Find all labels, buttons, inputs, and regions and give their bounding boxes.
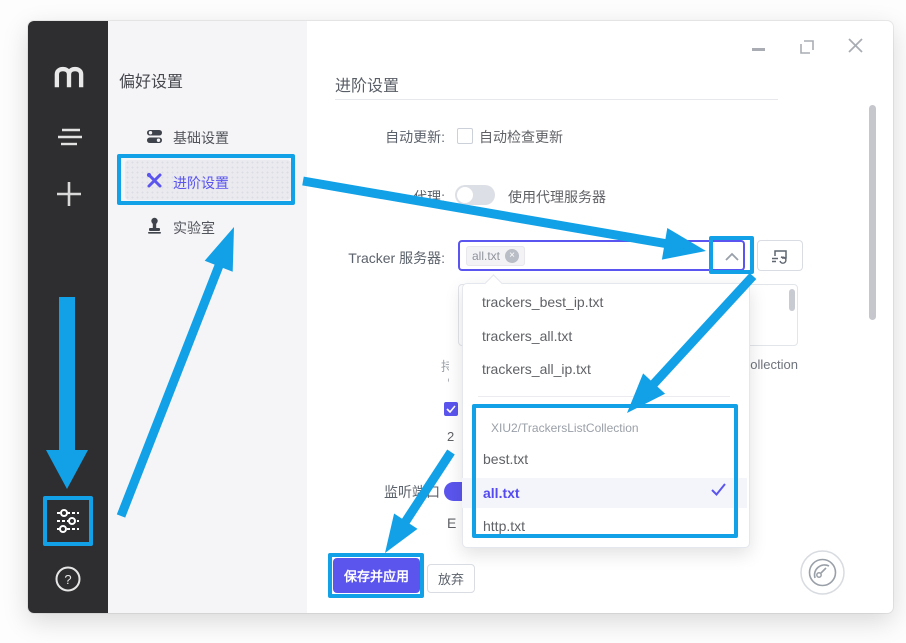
close-button[interactable] <box>847 37 864 54</box>
proxy-toggle-label: 使用代理服务器 <box>508 187 606 207</box>
help-icon[interactable]: ? <box>55 566 81 592</box>
speed-limit-icon[interactable] <box>799 549 846 596</box>
dropdown-item[interactable]: best.txt <box>483 451 528 467</box>
dropdown-item[interactable]: http.txt <box>483 518 525 534</box>
motrix-logo-icon <box>52 63 86 89</box>
page-title: 进阶设置 <box>335 72 399 96</box>
dropdown-item[interactable]: trackers_best_ip.txt <box>482 294 603 310</box>
dropdown-group-label: XIU2/TrackersListCollection <box>491 421 639 435</box>
maximize-button[interactable] <box>799 39 815 55</box>
tracker-tag: all.txt × <box>466 246 525 266</box>
auto-update-checkbox-label: 自动检查更新 <box>479 127 563 147</box>
add-task-icon[interactable] <box>55 180 83 208</box>
discard-button[interactable]: 放弃 <box>427 564 475 593</box>
dropdown-item[interactable]: trackers_all.txt <box>482 328 572 344</box>
dropdown-item-selected[interactable]: all.txt <box>483 485 520 501</box>
tracker-tag-text: all.txt <box>472 249 500 263</box>
sync-time-fragment: 2 <box>447 429 456 444</box>
prefs-nav-title: 偏好设置 <box>119 68 183 92</box>
lab-icon <box>147 217 162 234</box>
proxy-toggle-knob <box>457 187 473 203</box>
task-list-icon[interactable] <box>56 126 84 147</box>
listen-port-label: 监听端口 <box>384 482 440 502</box>
sync-trackers-button[interactable] <box>757 240 803 271</box>
sidebar-item-advanced-settings[interactable]: 进阶设置 <box>173 173 229 193</box>
bt-text-fragment: E <box>447 515 456 531</box>
prefs-nav-panel <box>108 21 307 613</box>
main-scrollbar-thumb[interactable] <box>869 105 876 320</box>
textarea-scrollbar-thumb[interactable] <box>789 289 795 311</box>
minimize-button[interactable] <box>752 48 765 51</box>
sidebar-item-lab[interactable]: 实验室 <box>173 218 215 238</box>
basic-settings-icon <box>146 128 163 145</box>
tracker-dropdown <box>462 283 750 548</box>
proxy-label: 代理: <box>413 187 445 207</box>
title-divider <box>335 99 778 100</box>
save-apply-button[interactable]: 保存并应用 <box>333 558 420 593</box>
auto-update-checkbox[interactable] <box>457 128 473 144</box>
dropdown-group-divider <box>478 396 730 397</box>
tracker-label: Tracker 服务器: <box>348 248 445 268</box>
screenshot-stage: ? 偏好设置 基础设置 进阶设置 实验室 <box>0 0 906 643</box>
dropdown-item[interactable]: trackers_all_ip.txt <box>482 361 591 377</box>
sidebar-item-basic-settings[interactable]: 基础设置 <box>173 128 229 148</box>
helper-text-fragment-2: 《 <box>441 370 449 389</box>
proxy-toggle[interactable] <box>455 185 495 205</box>
tag-close-icon[interactable]: × <box>505 249 519 263</box>
advanced-settings-icon <box>146 172 163 189</box>
chevron-up-icon[interactable] <box>725 248 739 257</box>
svg-text:?: ? <box>64 572 71 587</box>
sync-tracker-checkbox[interactable] <box>444 402 458 416</box>
auto-update-label: 自动更新: <box>385 127 445 147</box>
selected-check-icon <box>711 483 726 496</box>
preferences-sliders-icon[interactable] <box>55 508 81 534</box>
